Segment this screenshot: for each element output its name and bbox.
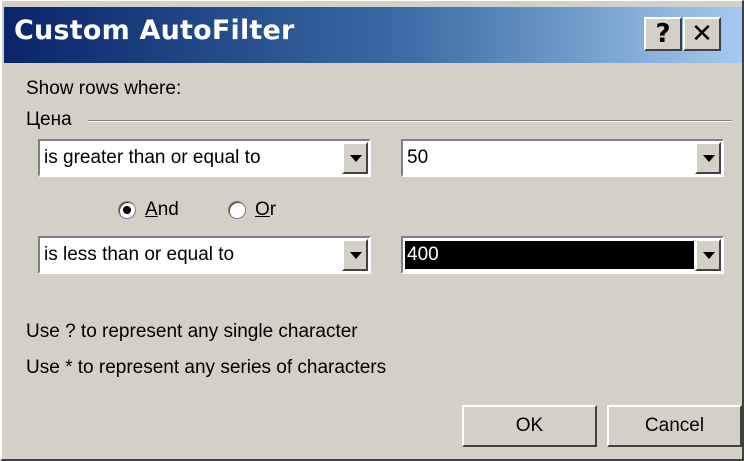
- dropdown-arrow-icon[interactable]: [342, 239, 368, 271]
- radio-checked-icon: [118, 201, 136, 219]
- and-radio-label: And: [145, 199, 179, 220]
- close-button[interactable]: ✕: [683, 17, 721, 51]
- criteria1-value-text[interactable]: 50: [407, 147, 428, 169]
- dropdown-arrow-icon[interactable]: [342, 142, 368, 174]
- criteria1-operator-dropdown[interactable]: is greater than or equal to: [38, 139, 371, 177]
- criteria2-operator-dropdown[interactable]: is less than or equal to: [38, 236, 371, 274]
- cancel-button[interactable]: Cancel: [607, 405, 742, 447]
- title-bar[interactable]: Custom AutoFilter ? ✕: [4, 7, 742, 63]
- wildcard-hint-series: Use * to represent any series of charact…: [26, 357, 387, 378]
- dialog-title: Custom AutoFilter: [14, 15, 295, 46]
- or-radio-label: Or: [255, 199, 277, 220]
- wildcard-hint-single: Use ? to represent any single character: [26, 321, 358, 342]
- field-name-label: Цена: [26, 109, 78, 131]
- or-radio[interactable]: Or: [228, 199, 276, 221]
- custom-autofilter-dialog: Custom AutoFilter ? ✕ Show rows where: Ц…: [0, 0, 744, 461]
- ok-button[interactable]: OK: [462, 405, 597, 447]
- dropdown-arrow-icon[interactable]: [695, 239, 721, 271]
- help-button[interactable]: ?: [644, 17, 682, 51]
- criteria2-operator-value: is less than or equal to: [44, 244, 235, 265]
- criteria1-operator-value: is greater than or equal to: [44, 147, 261, 168]
- criteria1-value-combobox[interactable]: 50: [401, 139, 724, 177]
- criteria2-value-text[interactable]: 400: [405, 241, 694, 269]
- dropdown-arrow-icon[interactable]: [695, 142, 721, 174]
- show-rows-label: Show rows where:: [26, 78, 182, 99]
- group-divider: [88, 120, 732, 122]
- radio-unchecked-icon: [228, 201, 246, 219]
- and-radio[interactable]: And: [118, 199, 179, 221]
- criteria2-value-combobox[interactable]: 400: [401, 236, 724, 274]
